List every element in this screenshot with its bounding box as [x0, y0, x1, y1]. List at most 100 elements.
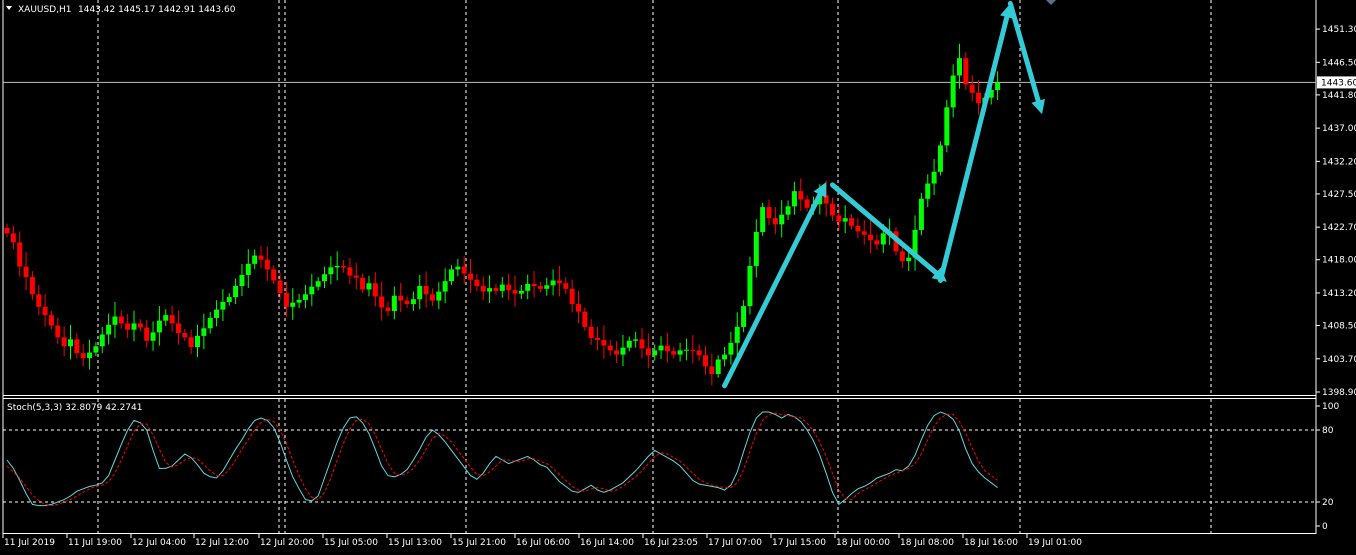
candle-body: [645, 348, 651, 356]
candle-body: [677, 350, 683, 355]
candle-body: [925, 183, 931, 199]
candle-body: [798, 191, 804, 200]
candle-body: [468, 273, 474, 280]
candle-body: [233, 286, 239, 298]
candle-body: [595, 337, 601, 341]
time-tick-label: 12 Jul 04:00: [132, 538, 186, 548]
candle-body: [696, 350, 702, 356]
candle-body: [899, 251, 905, 262]
candle-body: [588, 326, 594, 338]
candle-body: [480, 286, 486, 292]
candle-body: [118, 316, 124, 324]
candle-body: [734, 326, 740, 343]
candle-body: [963, 58, 969, 85]
candle-body: [398, 295, 404, 301]
candle-body: [195, 335, 200, 347]
candle-body: [461, 266, 467, 274]
candle-body: [931, 171, 937, 184]
candle-body: [499, 284, 505, 291]
candle-body: [10, 233, 16, 243]
candle-body: [68, 339, 73, 347]
time-tick-label: 11 Jul 19:00: [68, 538, 122, 548]
price-tick-label: 1398.90: [1322, 388, 1356, 398]
period-separator-marker-icon: [1046, 0, 1056, 5]
candle-body: [226, 297, 232, 302]
price-tick-label: 1427.50: [1322, 190, 1356, 200]
candle-body: [106, 324, 112, 335]
time-tick-label: 16 Jul 14:00: [580, 538, 634, 548]
candle-body: [156, 320, 162, 333]
candle-body: [849, 218, 855, 226]
time-tick-label: 17 Jul 07:00: [708, 538, 762, 548]
candle-body: [842, 218, 848, 222]
candle-body: [264, 259, 270, 270]
candle-body: [150, 332, 156, 341]
candle-body: [836, 215, 842, 222]
candle-body: [690, 349, 696, 351]
candle-body: [188, 337, 194, 347]
candle-body: [334, 265, 340, 268]
candle-body: [87, 352, 93, 359]
candle-body: [74, 339, 80, 354]
candle-body: [855, 225, 861, 232]
candle-body: [239, 274, 245, 287]
time-tick-label: 18 Jul 00:00: [836, 538, 890, 548]
current-price-label: 1443.60: [1321, 78, 1356, 88]
trend-arrow-head: [1031, 98, 1045, 115]
candle-body: [42, 306, 48, 316]
time-tick-label: 15 Jul 05:00: [324, 538, 378, 548]
candle-body: [493, 288, 499, 291]
candle-body: [601, 340, 607, 346]
candle-body: [639, 339, 645, 349]
price-tick-label: 1413.20: [1322, 289, 1356, 299]
candle-body: [296, 299, 302, 303]
price-tick-label: 1408.50: [1322, 322, 1356, 332]
candle-body: [131, 323, 137, 330]
candle-body: [391, 295, 397, 311]
candle-body: [487, 288, 493, 292]
candle-body: [341, 265, 347, 268]
candle-body: [969, 84, 975, 93]
candle-body: [772, 218, 778, 225]
symbol-dropdown-icon[interactable]: [6, 6, 12, 10]
candle-body: [804, 199, 810, 208]
candle-body: [747, 265, 753, 307]
stochastic-oscillator: [6, 411, 998, 507]
candle-body: [61, 337, 67, 347]
candle-body: [220, 301, 226, 310]
time-tick-label: 12 Jul 20:00: [260, 538, 314, 548]
candle-body: [17, 242, 23, 267]
candle-body: [537, 286, 543, 289]
candle-body: [976, 92, 982, 104]
candle-body: [474, 279, 480, 287]
candle-body: [137, 323, 143, 328]
candle-body: [614, 350, 620, 355]
candle-body: [366, 283, 372, 290]
candle-body: [995, 82, 1001, 91]
candle-body: [112, 316, 118, 325]
trend-arrow-shaft: [1007, 0, 1041, 104]
stoch-tick-label: 20: [1322, 498, 1334, 508]
candle-body: [201, 328, 207, 336]
candle-body: [569, 288, 575, 305]
trading-chart[interactable]: 1443.60 1451.30 1446.50 1441.80 1437.00 1432.…: [0, 0, 1356, 555]
candle-body: [652, 350, 658, 356]
candle-body: [576, 304, 581, 312]
candle-body: [258, 255, 264, 260]
candle-body: [957, 58, 962, 76]
candle-body: [880, 233, 886, 245]
candle-body: [360, 277, 366, 290]
candle-body: [245, 263, 251, 275]
candle-body: [531, 283, 537, 287]
time-tick-label: 17 Jul 15:00: [772, 538, 826, 548]
candle-body: [830, 203, 835, 216]
candle-body: [252, 255, 258, 264]
candle-body: [633, 339, 639, 341]
candle-body: [277, 280, 283, 293]
candle-body: [169, 315, 175, 324]
candle-body: [512, 290, 518, 294]
candle-body: [182, 333, 188, 338]
chart-canvas[interactable]: 1443.60 1451.30 1446.50 1441.80 1437.00 1432.…: [0, 0, 1356, 555]
candle-body: [728, 342, 734, 355]
candle-body: [423, 286, 429, 295]
